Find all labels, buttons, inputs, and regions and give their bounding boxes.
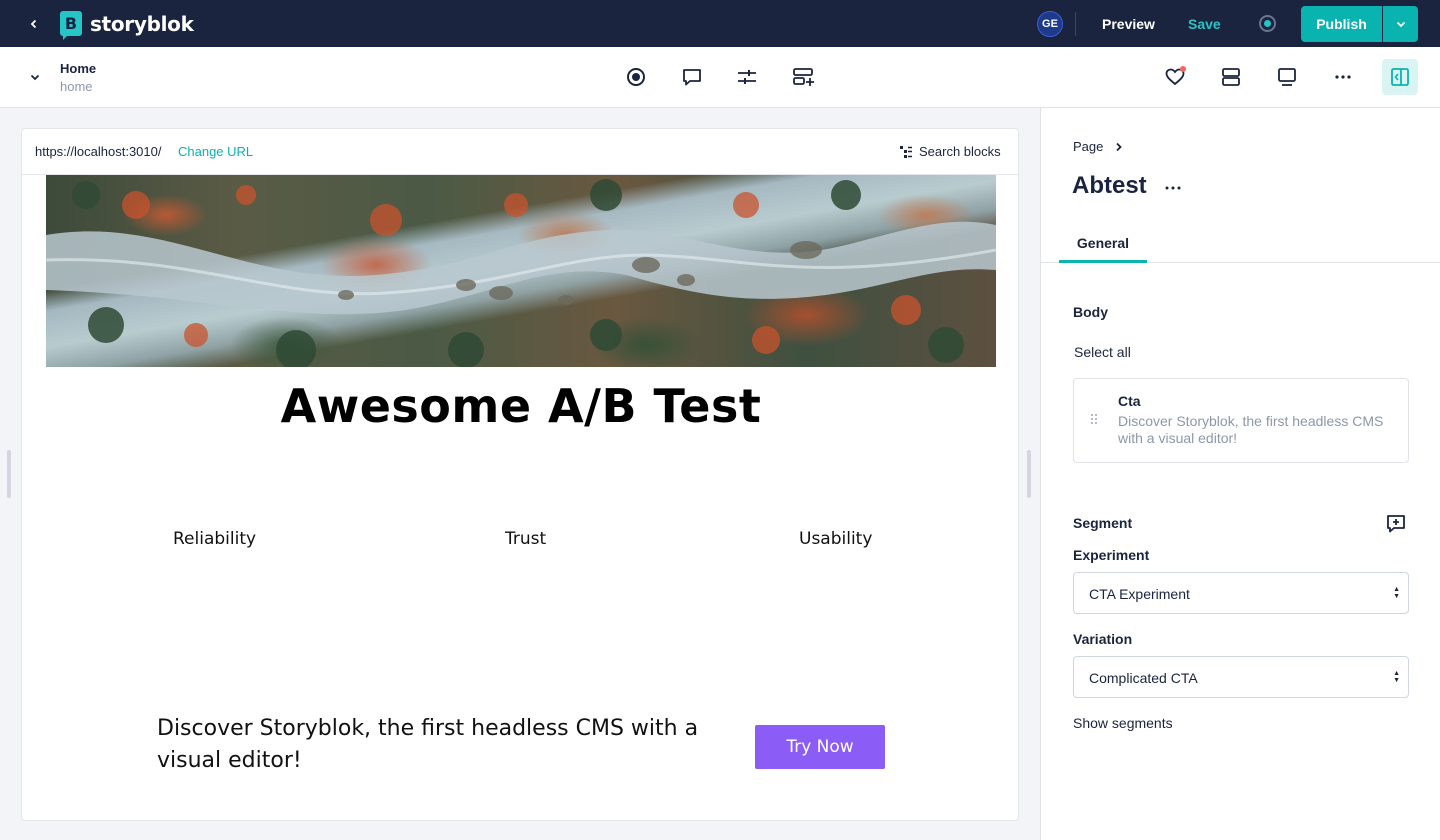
select-arrows-icon: ▲ ▼ xyxy=(1393,670,1400,684)
select-arrows-icon: ▲ ▼ xyxy=(1393,586,1400,600)
top-bar: B storyblok GE Preview Save Publish xyxy=(0,0,1440,47)
tab-general[interactable]: General xyxy=(1059,227,1147,263)
chevron-down-icon xyxy=(1396,21,1405,28)
monitor-icon[interactable] xyxy=(1275,65,1299,89)
preview-url: https://localhost:3010/ xyxy=(35,144,162,159)
feature-reliability[interactable]: Reliability xyxy=(173,529,256,549)
block-editor-panel: Page Abtest General Body Select all Cta … xyxy=(1040,108,1440,840)
status-indicator-icon[interactable] xyxy=(1259,15,1276,32)
publish-button[interactable]: Publish xyxy=(1301,6,1382,42)
chevron-down-icon xyxy=(30,74,40,81)
side-panel-icon[interactable] xyxy=(1382,59,1418,95)
storyblok-logo[interactable]: B storyblok xyxy=(60,11,194,40)
variation-value: Complicated CTA xyxy=(1089,670,1198,686)
record-icon[interactable] xyxy=(624,65,648,89)
sliders-icon[interactable] xyxy=(735,65,759,89)
body-label: Body xyxy=(1073,304,1108,320)
add-block-icon[interactable] xyxy=(792,65,816,89)
comment-icon[interactable] xyxy=(680,65,704,89)
save-button[interactable]: Save xyxy=(1188,16,1221,32)
block-title: Abtest xyxy=(1072,172,1147,199)
experiment-select[interactable]: CTA Experiment ▲ ▼ xyxy=(1073,572,1409,614)
preview-frame: https://localhost:3010/ Change URL Searc… xyxy=(21,128,1019,821)
river-aerial-image xyxy=(46,179,996,367)
select-all-link[interactable]: Select all xyxy=(1074,344,1131,360)
search-blocks-button[interactable]: Search blocks xyxy=(899,144,1001,159)
logo-mark-icon: B xyxy=(60,11,82,40)
drag-handle-icon[interactable] xyxy=(1090,413,1102,427)
experiment-value: CTA Experiment xyxy=(1089,586,1190,602)
search-blocks-label: Search blocks xyxy=(919,144,1001,159)
change-url-link[interactable]: Change URL xyxy=(178,144,253,159)
add-segment-icon[interactable] xyxy=(1386,514,1406,534)
breadcrumb-page: Page xyxy=(1073,139,1104,154)
heart-icon[interactable] xyxy=(1163,65,1187,89)
user-avatar[interactable]: GE xyxy=(1037,11,1063,37)
variation-select[interactable]: Complicated CTA ▲ ▼ xyxy=(1073,656,1409,698)
segment-label: Segment xyxy=(1073,515,1133,531)
cta-block-card[interactable]: Cta Discover Storyblok, the first headle… xyxy=(1073,378,1409,463)
block-card-description: Discover Storyblok, the first headless C… xyxy=(1118,413,1384,446)
publish-options-button[interactable] xyxy=(1383,6,1418,42)
page-heading[interactable]: Awesome A/B Test xyxy=(22,379,1018,433)
back-button[interactable] xyxy=(22,12,46,36)
show-segments-link[interactable]: Show segments xyxy=(1073,715,1173,731)
story-slug: home xyxy=(60,79,93,94)
logo-text: storyblok xyxy=(90,11,194,36)
more-icon[interactable] xyxy=(1331,65,1355,89)
breadcrumb[interactable]: Page xyxy=(1073,139,1123,154)
feature-trust[interactable]: Trust xyxy=(505,529,546,549)
divider xyxy=(1075,12,1076,36)
story-menu-toggle[interactable] xyxy=(24,66,46,88)
notification-dot xyxy=(1180,66,1186,72)
feature-usability[interactable]: Usability xyxy=(799,529,872,549)
chevron-left-icon xyxy=(30,19,37,29)
panel-tabs: General xyxy=(1041,227,1440,263)
left-resize-handle[interactable] xyxy=(7,450,11,498)
hero-image[interactable] xyxy=(46,175,996,367)
block-card-title: Cta xyxy=(1118,393,1141,409)
experiment-label: Experiment xyxy=(1073,547,1150,563)
story-name: Home xyxy=(60,61,97,76)
story-toolbar: Home home xyxy=(0,47,1440,108)
try-now-button[interactable]: Try Now xyxy=(755,725,885,769)
chevron-right-icon xyxy=(1116,142,1123,151)
title-more-icon[interactable] xyxy=(1163,178,1183,198)
cta-text[interactable]: Discover Storyblok, the first headless C… xyxy=(157,713,717,777)
url-bar: https://localhost:3010/ Change URL Searc… xyxy=(22,129,1018,175)
right-resize-handle[interactable] xyxy=(1027,450,1031,498)
tree-list-icon xyxy=(900,145,912,158)
variation-label: Variation xyxy=(1073,631,1133,647)
preview-button[interactable]: Preview xyxy=(1102,16,1155,32)
layout-icon[interactable] xyxy=(1219,65,1243,89)
